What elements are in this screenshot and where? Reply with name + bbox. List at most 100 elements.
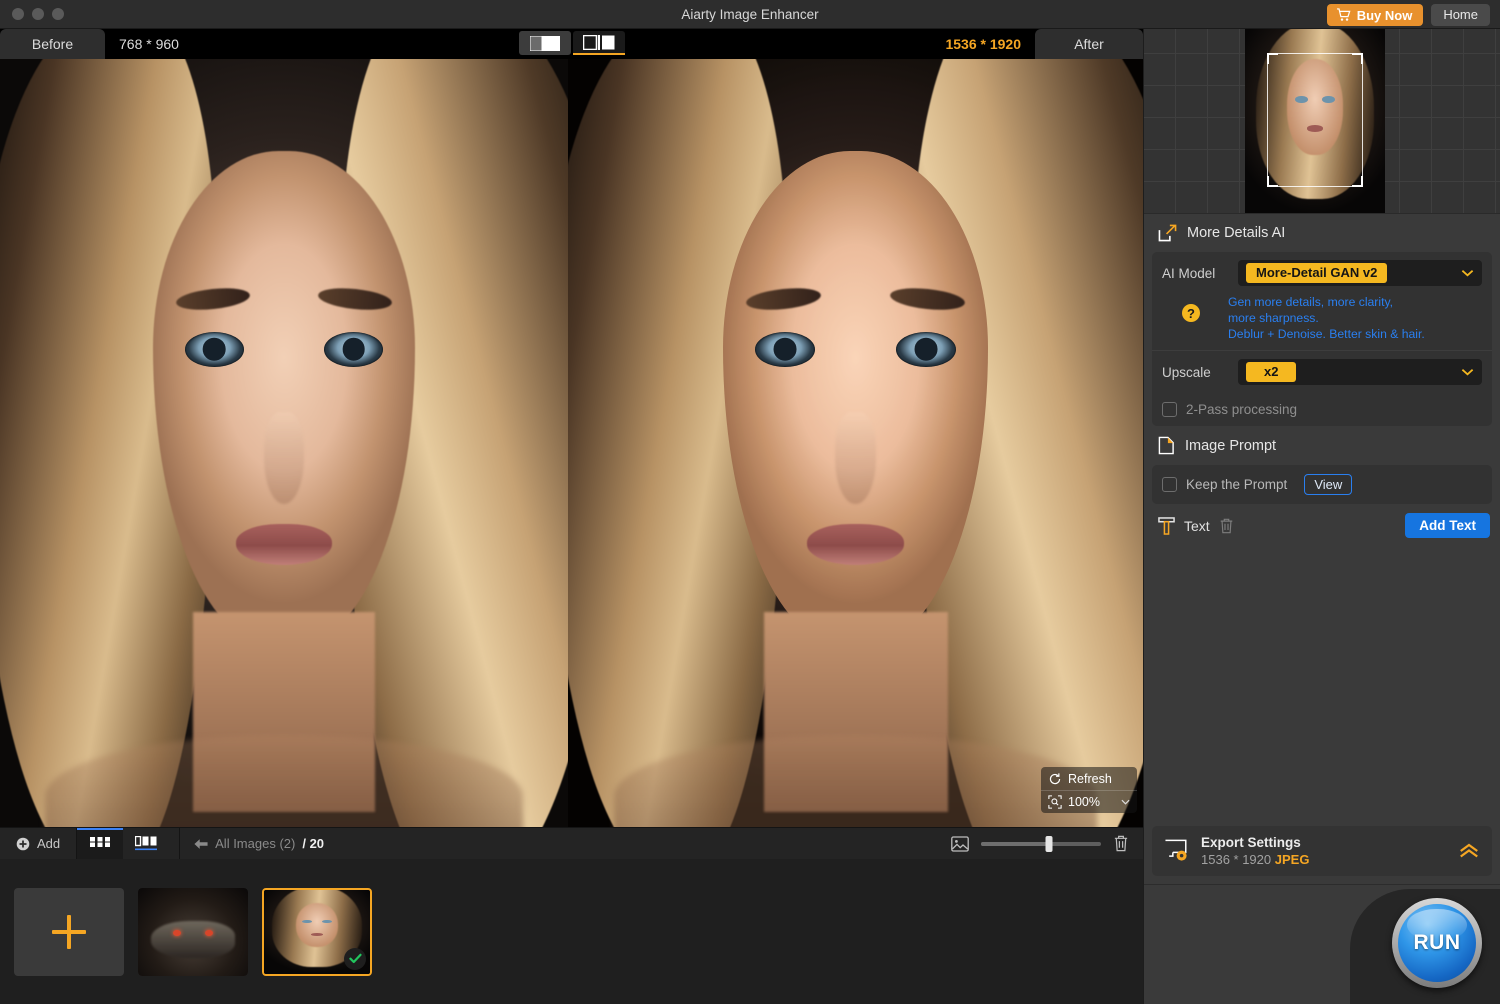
preview-overlay-tools: Refresh 100% — [1041, 767, 1137, 813]
thumbnail-image — [138, 888, 248, 976]
filmstrip-view-button[interactable] — [123, 828, 169, 859]
thumbnail-size-slider[interactable] — [981, 842, 1101, 846]
text-section-row: Text Add Text — [1144, 504, 1500, 547]
window-title: Aiarty Image Enhancer — [0, 0, 1500, 29]
main-body: Before 768 * 960 — [0, 29, 1500, 1004]
image-prompt-header: Image Prompt — [1144, 426, 1500, 465]
side-by-side-view-button[interactable] — [573, 31, 625, 55]
hint-line-1: Gen more details, more clarity, — [1228, 294, 1425, 310]
filmstrip-view-icon — [135, 836, 157, 852]
add-thumbnail[interactable] — [14, 888, 124, 976]
upscale-value: x2 — [1246, 362, 1296, 382]
title-bar: Aiarty Image Enhancer Buy Now Home — [0, 0, 1500, 29]
export-format: JPEG — [1275, 852, 1310, 867]
chevron-down-icon — [1121, 799, 1130, 805]
toolbar-right-controls — [951, 828, 1143, 859]
text-tool-icon — [1158, 517, 1175, 535]
split-view-icon — [530, 36, 560, 51]
thumbnail-portrait[interactable] — [262, 888, 372, 976]
more-details-title: More Details AI — [1187, 225, 1285, 241]
buy-now-button[interactable]: Buy Now — [1327, 4, 1424, 26]
upscale-select[interactable]: x2 — [1238, 359, 1482, 385]
ai-model-hint: Gen more details, more clarity, more sha… — [1228, 294, 1425, 342]
compare-bar: Before 768 * 960 — [0, 29, 1143, 59]
thumbnail-lizard[interactable] — [138, 888, 248, 976]
trash-icon[interactable] — [1113, 835, 1129, 852]
back-arrow-icon — [194, 838, 208, 850]
refresh-label: Refresh — [1068, 772, 1112, 786]
right-panel: More Details AI AI Model More-Detail GAN… — [1143, 29, 1500, 1004]
side-by-side-view-icon — [583, 35, 615, 50]
window-controls[interactable] — [0, 8, 64, 20]
export-subtitle: 1536 * 1920 JPEG — [1201, 852, 1309, 867]
zoom-target-icon — [1048, 795, 1062, 809]
upscale-label: Upscale — [1162, 365, 1238, 380]
ai-model-row: AI Model More-Detail GAN v2 — [1152, 252, 1492, 294]
add-button[interactable]: Add — [0, 828, 77, 859]
view-mode-group — [519, 31, 625, 55]
two-pass-label: 2-Pass processing — [1186, 402, 1297, 417]
home-button[interactable]: Home — [1431, 4, 1490, 26]
image-prompt-card: Keep the Prompt View — [1152, 465, 1492, 504]
add-circle-icon — [16, 837, 30, 851]
app-window: Aiarty Image Enhancer Buy Now Home Befor… — [0, 0, 1500, 1004]
two-pass-row[interactable]: 2-Pass processing — [1152, 393, 1492, 426]
keep-prompt-row[interactable]: Keep the Prompt View — [1152, 465, 1492, 504]
maximize-button[interactable] — [52, 8, 64, 20]
refresh-icon — [1048, 772, 1062, 786]
image-prompt-title: Image Prompt — [1185, 438, 1276, 454]
all-images-nav[interactable]: All Images (2) / 20 — [179, 828, 338, 859]
view-prompt-button[interactable]: View — [1304, 474, 1352, 495]
ai-model-hint-wrap: ? Gen more details, more clarity, more s… — [1152, 294, 1492, 350]
preview-area: Refresh 100% — [0, 59, 1143, 827]
navigator-viewport-box[interactable] — [1267, 53, 1363, 187]
export-settings-icon — [1164, 839, 1190, 863]
help-icon[interactable]: ? — [1182, 304, 1200, 322]
refresh-button[interactable]: Refresh — [1041, 767, 1137, 790]
run-label: RUN — [1414, 931, 1461, 955]
slider-handle[interactable] — [1046, 836, 1053, 852]
expand-arrow-icon — [1158, 224, 1177, 242]
chevron-up-icon[interactable] — [1458, 843, 1480, 859]
after-image — [568, 59, 1143, 827]
preview-pane-before[interactable] — [0, 59, 568, 827]
run-button[interactable]: RUN — [1392, 898, 1482, 988]
panel-spacer — [1144, 547, 1500, 826]
run-zone: RUN — [1144, 884, 1500, 1004]
image-size-icon[interactable] — [951, 836, 969, 852]
plus-icon — [52, 915, 86, 949]
check-badge — [344, 948, 366, 970]
chevron-down-icon — [1461, 368, 1474, 376]
split-view-button[interactable] — [519, 31, 571, 55]
close-button[interactable] — [12, 8, 24, 20]
add-text-button[interactable]: Add Text — [1405, 513, 1490, 538]
thumbnail-strip — [0, 859, 1143, 1004]
cart-icon — [1336, 8, 1351, 22]
grid-view-icon — [90, 837, 110, 852]
trash-icon[interactable] — [1219, 518, 1234, 534]
grid-view-button[interactable] — [77, 828, 123, 859]
preview-pane-after[interactable]: Refresh 100% — [568, 59, 1143, 827]
navigator-preview[interactable] — [1144, 29, 1500, 214]
all-images-label: All Images (2) — [215, 836, 295, 851]
keep-prompt-checkbox[interactable] — [1162, 477, 1177, 492]
before-dimensions: 768 * 960 — [105, 29, 179, 59]
image-total-label: / 20 — [302, 836, 324, 851]
two-pass-checkbox[interactable] — [1162, 402, 1177, 417]
export-title: Export Settings — [1201, 835, 1309, 850]
text-label: Text — [1184, 518, 1210, 534]
tab-before[interactable]: Before — [0, 29, 105, 59]
zoom-level: 100% — [1068, 795, 1100, 809]
ai-model-label: AI Model — [1162, 266, 1238, 281]
keep-prompt-label: Keep the Prompt — [1186, 477, 1287, 492]
export-dimensions: 1536 * 1920 — [1201, 852, 1271, 867]
ai-model-card: AI Model More-Detail GAN v2 ? Gen more d… — [1152, 252, 1492, 426]
minimize-button[interactable] — [32, 8, 44, 20]
ai-model-value: More-Detail GAN v2 — [1246, 263, 1387, 283]
titlebar-actions: Buy Now Home — [1327, 4, 1490, 26]
ai-model-select[interactable]: More-Detail GAN v2 — [1238, 260, 1482, 286]
tab-after[interactable]: After — [1035, 29, 1143, 59]
export-settings[interactable]: Export Settings 1536 * 1920 JPEG — [1152, 826, 1492, 876]
upscale-row: Upscale x2 — [1152, 351, 1492, 393]
zoom-control[interactable]: 100% — [1041, 790, 1137, 813]
